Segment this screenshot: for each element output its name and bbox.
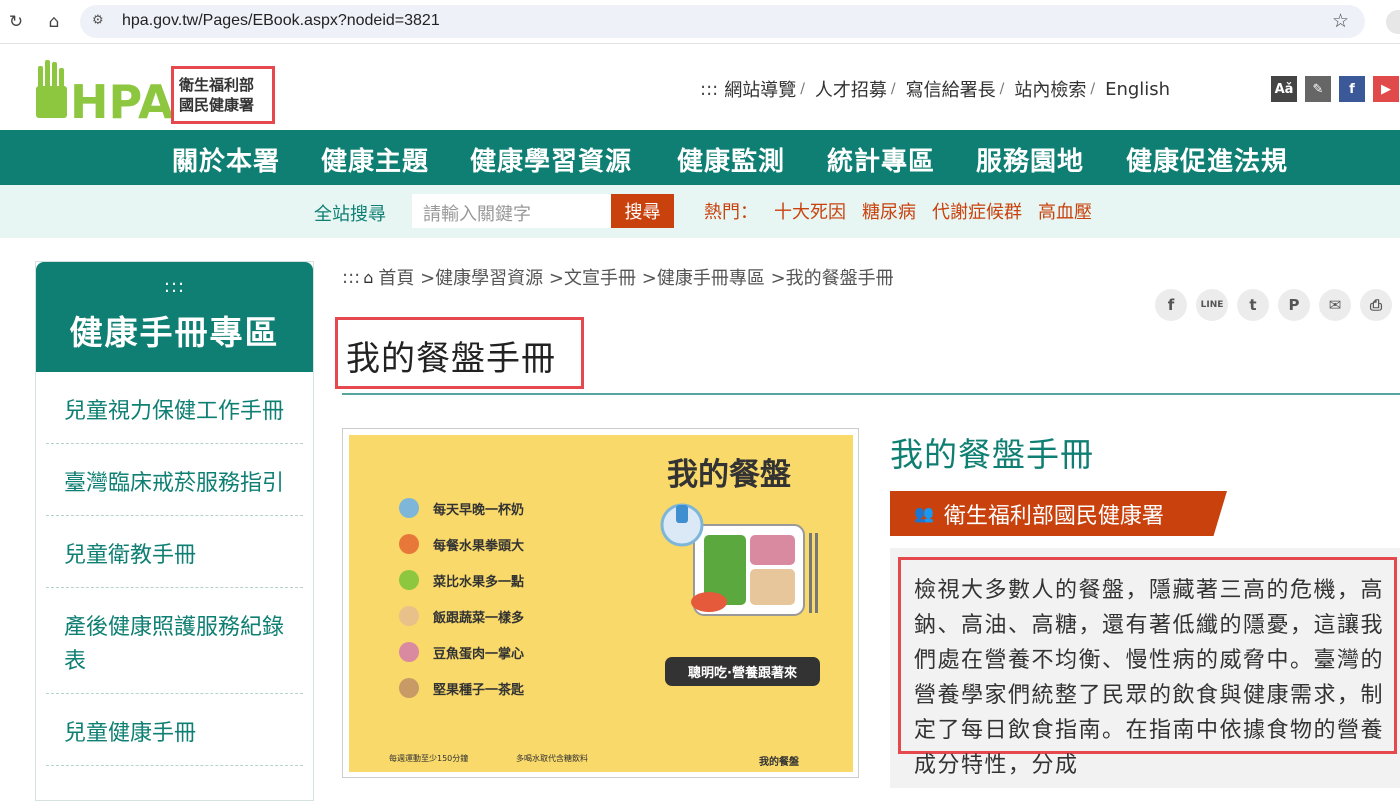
breadcrumb-item[interactable]: 首頁	[378, 264, 414, 290]
cover-image: 我的餐盤 每天早晚一杯奶 每餐水果拳頭大 菜比水果多一點 飯跟蔬菜一樣多 豆魚蛋…	[349, 435, 853, 772]
rice-icon	[399, 606, 419, 626]
cover-footnote: 多喝水取代含糖飲料	[516, 754, 588, 763]
nav-statistics[interactable]: 統計專區	[827, 141, 935, 178]
breadcrumb-current: >我的餐盤手冊	[770, 268, 894, 289]
breadcrumb-lead[interactable]: :::	[342, 267, 360, 288]
cover-brand: 我的餐盤	[759, 757, 799, 768]
youtube-icon[interactable]: ▶	[1373, 76, 1399, 102]
sidebar: ::: 健康手冊專區 兒童視力保健工作手冊 臺灣臨床戒菸服務指引 兒童衛教手冊 …	[35, 261, 314, 801]
breadcrumb-item[interactable]: >健康手冊專區	[642, 264, 765, 290]
hot-keyword[interactable]: 高血壓	[1038, 198, 1092, 224]
cover-slogan: 聰明吃·營養跟著來	[665, 657, 820, 686]
nav-about[interactable]: 關於本署	[172, 141, 280, 178]
sidebar-title: 健康手冊專區	[69, 313, 280, 352]
breadcrumb-item[interactable]: >文宣手冊	[549, 264, 636, 290]
cover-line: 每餐水果拳頭大	[399, 526, 524, 562]
plurk-icon[interactable]: P	[1278, 289, 1310, 321]
sidebar-dots[interactable]: :::	[36, 276, 313, 297]
accesskey-marker[interactable]: :::	[700, 79, 718, 100]
search-band: 全站搜尋 請輸入關鍵字 搜尋 熱門： 十大死因 糖尿病 代謝症候群 高血壓	[0, 185, 1400, 238]
hot-keyword[interactable]: 代謝症候群	[932, 198, 1022, 224]
twitter-icon[interactable]: t	[1237, 289, 1269, 321]
sidebar-item[interactable]: 臺灣臨床戒菸服務指引	[46, 444, 303, 516]
org-name-box: 衛生福利部 國民健康署	[171, 66, 275, 124]
top-links: ::: 網站導覽 / 人才招募 / 寫信給署長 / 站內檢索 / English	[700, 76, 1170, 102]
breadcrumb: ::: ⌂ 首頁 >健康學習資源 >文宣手冊 >健康手冊專區 >我的餐盤手冊	[342, 264, 894, 290]
link-sitemap[interactable]: 網站導覽	[724, 76, 796, 102]
org-line2: 國民健康署	[179, 96, 255, 114]
cover-title: 我的餐盤	[667, 457, 791, 493]
reload-icon[interactable]: ↻	[4, 10, 28, 34]
nav-health-topics[interactable]: 健康主題	[321, 141, 429, 178]
nav-regulations[interactable]: 健康促進法規	[1126, 141, 1288, 178]
cover-line: 堅果種子一茶匙	[399, 670, 524, 706]
cover-line: 菜比水果多一點	[399, 562, 524, 598]
link-site-search[interactable]: 站內檢索	[1014, 76, 1086, 102]
sidebar-item[interactable]: 兒童健康手冊	[46, 694, 303, 766]
nav-services[interactable]: 服務園地	[976, 141, 1084, 178]
org-line1: 衛生福利部	[179, 76, 255, 94]
browser-toolbar: ↻ ⌂ ⚙ hpa.gov.tw/Pages/EBook.aspx?nodeid…	[0, 0, 1400, 44]
search-label: 全站搜尋	[314, 204, 386, 225]
cover-line: 每天早晚一杯奶	[399, 490, 524, 526]
hot-keyword[interactable]: 糖尿病	[862, 198, 916, 224]
main-nav: 關於本署 健康主題 健康學習資源 健康監測 統計專區 服務園地 健康促進法規	[0, 130, 1400, 185]
sidebar-item[interactable]: 兒童衛教手冊	[46, 516, 303, 588]
sidebar-item[interactable]: 兒童視力保健工作手冊	[46, 372, 303, 444]
book-description: 檢視大多數人的餐盤，隱藏著三高的危機，高鈉、高油、高糖，還有著低纖的隱憂，這讓我…	[914, 578, 1385, 778]
search-button[interactable]: 搜尋	[611, 194, 674, 228]
publisher-badge: 👥 衛生福利部國民健康署	[890, 491, 1227, 536]
logo-text: HPA	[70, 75, 174, 120]
facebook-icon[interactable]: f	[1339, 76, 1365, 102]
home-icon: ⌂	[363, 267, 374, 287]
cover-guidelines: 每天早晚一杯奶 每餐水果拳頭大 菜比水果多一點 飯跟蔬菜一樣多 豆魚蛋肉一掌心 …	[399, 490, 524, 706]
cover-line: 豆魚蛋肉一掌心	[399, 634, 524, 670]
share-buttons: f LINE t P ✉ ⎙	[1155, 289, 1392, 321]
link-write-director[interactable]: 寫信給署長	[906, 76, 996, 102]
search-input[interactable]: 請輸入關鍵字	[412, 194, 612, 228]
line-icon[interactable]: LINE	[1196, 289, 1228, 321]
nuts-icon	[399, 678, 419, 698]
nav-health-monitoring[interactable]: 健康監測	[677, 141, 785, 178]
sidebar-item[interactable]: 產後健康照護服務紀錄表	[46, 588, 303, 694]
link-english[interactable]: English	[1105, 79, 1170, 100]
facebook-icon[interactable]: f	[1155, 289, 1187, 321]
font-size-icon[interactable]: Aǎ	[1271, 76, 1297, 102]
hot-label: 熱門：	[704, 202, 758, 223]
protein-icon	[399, 642, 419, 662]
page-title: 我的餐盤手冊	[346, 339, 556, 379]
book-title: 我的餐盤手冊	[890, 435, 1094, 474]
bookmark-star-icon[interactable]: ☆	[1332, 10, 1349, 32]
page-title-box: 我的餐盤手冊	[335, 317, 584, 389]
cover-footnote: 每週運動至少150分鐘	[389, 754, 469, 763]
milk-icon	[399, 498, 419, 518]
vegetable-icon	[399, 570, 419, 590]
url-text[interactable]: hpa.gov.tw/Pages/EBook.aspx?nodeid=3821	[122, 12, 440, 30]
home-icon[interactable]: ⌂	[42, 10, 66, 34]
users-icon: 👥	[914, 504, 934, 523]
hot-keyword[interactable]: 十大死因	[774, 198, 846, 224]
address-bar[interactable]: ⚙ hpa.gov.tw/Pages/EBook.aspx?nodeid=382…	[80, 5, 1365, 38]
sidebar-header: ::: 健康手冊專區	[36, 262, 313, 372]
sidebar-list: 兒童視力保健工作手冊 臺灣臨床戒菸服務指引 兒童衛教手冊 產後健康照護服務紀錄表…	[46, 372, 303, 766]
publisher-name: 衛生福利部國民健康署	[943, 503, 1164, 529]
hot-keywords: 熱門： 十大死因 糖尿病 代謝症候群 高血壓	[704, 198, 1092, 224]
plate-illustration	[660, 503, 818, 616]
site-settings-icon[interactable]: ⚙	[92, 13, 110, 31]
hpa-logo[interactable]: HPA	[34, 58, 174, 120]
breadcrumb-item[interactable]: >健康學習資源	[420, 264, 543, 290]
fruit-icon	[399, 534, 419, 554]
brush-icon[interactable]: ✎	[1305, 76, 1331, 102]
nav-learning-resources[interactable]: 健康學習資源	[470, 141, 632, 178]
extension-icon[interactable]	[1386, 10, 1400, 34]
link-careers[interactable]: 人才招募	[815, 76, 887, 102]
cover-line: 飯跟蔬菜一樣多	[399, 598, 524, 634]
title-divider	[342, 393, 1400, 395]
mail-icon[interactable]: ✉	[1319, 289, 1351, 321]
site-header: HPA 衛生福利部 國民健康署 ::: 網站導覽 / 人才招募 / 寫信給署長 / 站…	[0, 45, 1400, 130]
print-icon[interactable]: ⎙	[1360, 289, 1392, 321]
book-cover[interactable]: 我的餐盤 每天早晚一杯奶 每餐水果拳頭大 菜比水果多一點 飯跟蔬菜一樣多 豆魚蛋…	[342, 428, 859, 778]
